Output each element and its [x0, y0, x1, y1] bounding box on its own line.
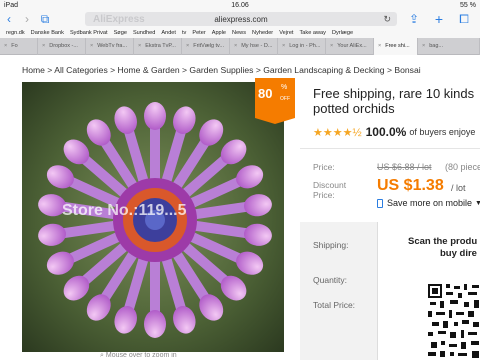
close-icon[interactable]: ×	[138, 43, 141, 49]
bookmark-item[interactable]: Peter	[192, 30, 205, 36]
product-image[interactable]: Store No.:119...5	[22, 82, 284, 352]
discount-price: US $1.38	[377, 177, 444, 194]
address-ghost-text: AliExpress	[93, 13, 145, 25]
close-icon[interactable]: ×	[234, 43, 237, 49]
discount-price-label-2: Price:	[313, 190, 335, 200]
tab[interactable]: × Ekstra TvP...	[134, 37, 182, 55]
bookmark-item[interactable]: tv	[182, 30, 186, 36]
tab-active[interactable]: × Free shi...	[374, 37, 418, 55]
divider	[300, 148, 480, 149]
tab[interactable]: × My hse - D...	[230, 37, 278, 55]
tabs-icon[interactable]: ⧠	[455, 12, 473, 27]
phone-icon	[377, 198, 383, 208]
close-icon[interactable]: ×	[330, 43, 333, 49]
chevron-down-icon: ▼	[475, 199, 480, 207]
bookmarks-bar: regn.dk Danske Bank Sydbank Privat Søge …	[0, 28, 480, 38]
mobile-qr-popup: Scan the produ buy dire	[377, 222, 480, 360]
tab[interactable]: × Dropbox -...	[38, 37, 86, 55]
quantity-label: Quantity:	[313, 275, 348, 285]
reload-icon[interactable]: ↻	[383, 14, 391, 25]
bookmark-item[interactable]: News	[232, 30, 246, 36]
star-rating-icon[interactable]: ★★★★½	[313, 126, 362, 139]
qr-code	[428, 284, 480, 360]
clock: 16.06	[231, 1, 249, 9]
tab[interactable]: × Your AliEx...	[326, 37, 374, 55]
original-price: US $6.88 / lot	[377, 162, 432, 172]
url-text: aliexpress.com	[214, 14, 268, 24]
bookmark-item[interactable]: Danske Bank	[31, 30, 64, 36]
qr-scan-text: Scan the produ	[408, 236, 478, 247]
bookmark-item[interactable]: regn.dk	[6, 30, 25, 36]
close-icon[interactable]: ×	[42, 43, 45, 49]
bookmark-item[interactable]: Sydbank Privat	[70, 30, 108, 36]
store-watermark: Store No.:119...5	[62, 202, 187, 219]
discount-price-label-1: Discount	[313, 180, 347, 190]
positive-feedback-pct: 100.0%	[365, 125, 407, 139]
bookmark-item[interactable]: Apple	[212, 30, 226, 36]
close-icon[interactable]: ×	[90, 43, 93, 49]
percent-symbol: %	[281, 84, 288, 91]
discount-percent: 80	[258, 86, 273, 101]
tab[interactable]: × FritVælg tv...	[182, 37, 230, 55]
bookmark-item[interactable]: Andet	[161, 30, 176, 36]
forward-icon[interactable]: ›	[18, 12, 36, 26]
per-lot-unit: / lot	[451, 183, 466, 193]
zoom-hint: ⌕ Mouse over to zoom in	[100, 352, 177, 359]
close-icon[interactable]: ×	[4, 43, 7, 49]
new-tab-icon[interactable]: +	[430, 11, 448, 27]
browser-toolbar: ‹ › ⧉ AliExpress aliexpress.com ↻ ⇪ + ⧠	[0, 10, 480, 28]
bookmark-item[interactable]: Søge	[114, 30, 127, 36]
flower-photo: Store No.:119...5	[22, 82, 284, 352]
bookmarks-icon[interactable]: ⧉	[36, 12, 54, 27]
tab[interactable]: × bag...	[418, 37, 480, 55]
shipping-label: Shipping:	[313, 240, 349, 250]
bookmark-item[interactable]: Sundhed	[133, 30, 155, 36]
price-label: Price:	[313, 162, 335, 172]
close-icon[interactable]: ×	[282, 43, 285, 49]
product-title: Free shipping, rare 10 kinds potted orch…	[313, 86, 475, 116]
mobile-deal-link[interactable]: Save more on mobile ▼	[377, 198, 480, 208]
tab[interactable]: × Log in - Ph...	[278, 37, 326, 55]
tab[interactable]: × Fo	[0, 37, 38, 55]
qr-buy-text: buy dire	[440, 248, 477, 259]
close-icon[interactable]: ×	[378, 43, 381, 49]
off-label: OFF	[280, 96, 290, 102]
tab[interactable]: × WebTv fra...	[86, 37, 134, 55]
tab-strip: × Fo × Dropbox -... × WebTv fra... × Ekstra …	[0, 37, 480, 55]
bookmark-item[interactable]: Take away	[300, 30, 326, 36]
share-icon[interactable]: ⇪	[405, 12, 423, 26]
positive-feedback-text: of buyers enjoye	[409, 127, 476, 137]
address-bar[interactable]: AliExpress aliexpress.com ↻	[85, 12, 397, 26]
close-icon[interactable]: ×	[422, 43, 425, 49]
close-icon[interactable]: ×	[186, 43, 189, 49]
total-price-label: Total Price:	[313, 300, 356, 310]
pieces-per-lot: (80 piece	[445, 162, 480, 172]
back-icon[interactable]: ‹	[0, 12, 18, 26]
bookmark-item[interactable]: Nyheder	[252, 30, 273, 36]
breadcrumb[interactable]: Home > All Categories > Home & Garden > …	[22, 65, 421, 75]
status-bar: iPad 16.06 55 %	[0, 0, 480, 10]
bookmark-item[interactable]: Dyrlæge	[332, 30, 353, 36]
discount-badge: 80 % OFF	[255, 78, 295, 124]
rating-row: ★★★★½ 100.0% of buyers enjoye	[313, 125, 475, 139]
bookmark-item[interactable]: Vejret	[279, 30, 293, 36]
